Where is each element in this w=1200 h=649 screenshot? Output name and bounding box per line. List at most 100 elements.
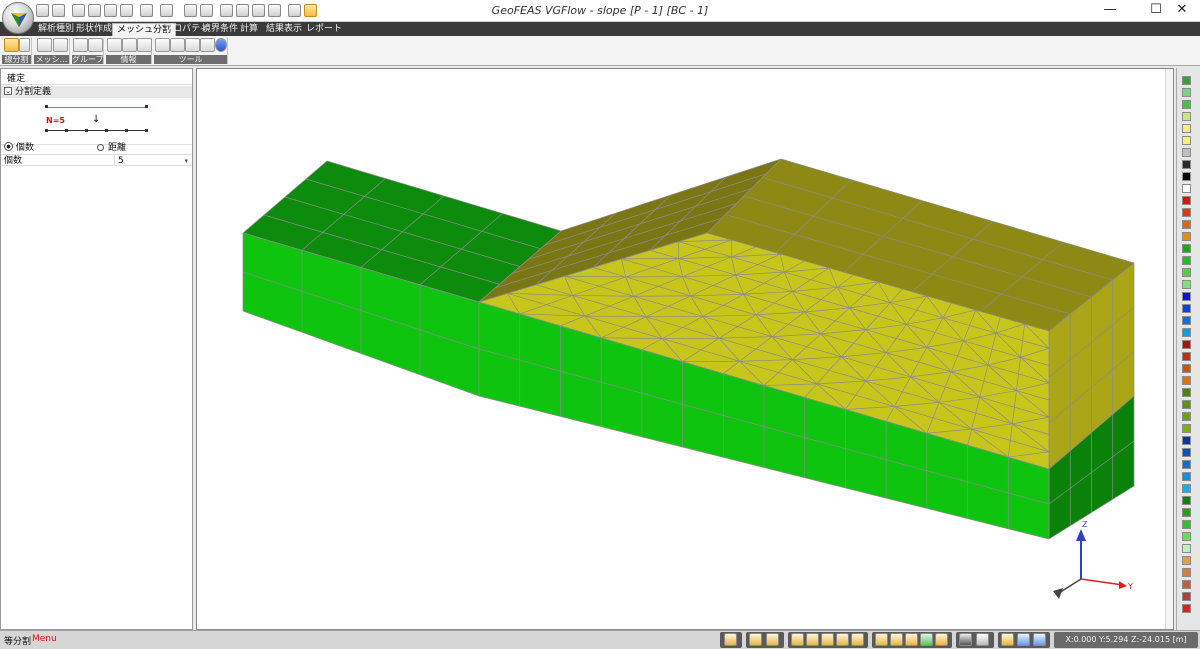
layers-icon[interactable] bbox=[120, 4, 133, 17]
palette-swatch[interactable] bbox=[1182, 76, 1191, 85]
palette-swatch[interactable] bbox=[1182, 340, 1191, 349]
palette-swatch[interactable] bbox=[1182, 568, 1191, 577]
mesh-icon[interactable] bbox=[37, 38, 52, 52]
palette-swatch[interactable] bbox=[1182, 580, 1191, 589]
close-button[interactable]: ✕ bbox=[1164, 0, 1200, 22]
redo-icon[interactable] bbox=[185, 38, 200, 52]
palette-swatch[interactable] bbox=[1182, 592, 1191, 601]
palette-swatch[interactable] bbox=[1182, 352, 1191, 361]
confirm-button[interactable]: 確定 bbox=[1, 73, 192, 85]
palette-swatch[interactable] bbox=[1182, 448, 1191, 457]
palette-swatch[interactable] bbox=[1182, 244, 1191, 253]
app-logo-icon[interactable] bbox=[2, 2, 34, 34]
pan-icon[interactable] bbox=[252, 4, 265, 17]
palette-swatch[interactable] bbox=[1182, 412, 1191, 421]
window-blue-icon[interactable] bbox=[1017, 633, 1030, 646]
window-blue-2-icon[interactable] bbox=[1033, 633, 1046, 646]
tab-calculate[interactable]: 計算 bbox=[236, 23, 262, 36]
rotate-icon[interactable] bbox=[72, 4, 85, 17]
palette-swatch[interactable] bbox=[1182, 532, 1191, 541]
palette-swatch[interactable] bbox=[1182, 256, 1191, 265]
tab-geometry[interactable]: 形状作成 bbox=[72, 23, 116, 36]
fit-view-icon[interactable] bbox=[200, 4, 213, 17]
snap-grid-icon[interactable] bbox=[766, 633, 779, 646]
move-icon[interactable] bbox=[875, 633, 888, 646]
palette-swatch[interactable] bbox=[1182, 328, 1191, 337]
palette-swatch[interactable] bbox=[1182, 508, 1191, 517]
palette-swatch[interactable] bbox=[1182, 220, 1191, 229]
help-icon[interactable] bbox=[215, 38, 227, 52]
palette-swatch[interactable] bbox=[1182, 292, 1191, 301]
palette-swatch[interactable] bbox=[1182, 148, 1191, 157]
palette-swatch[interactable] bbox=[1182, 280, 1191, 289]
open-folder-icon[interactable] bbox=[36, 4, 49, 17]
palette-swatch[interactable] bbox=[1182, 196, 1191, 205]
palette-swatch[interactable] bbox=[1182, 604, 1191, 613]
collapse-icon[interactable]: ⌄ bbox=[4, 87, 12, 95]
undo-icon[interactable] bbox=[170, 38, 185, 52]
zoom-window-icon[interactable] bbox=[236, 4, 249, 17]
palette-swatch[interactable] bbox=[1182, 316, 1191, 325]
mesh-solid-icon[interactable] bbox=[53, 38, 68, 52]
view-dropdown-icon[interactable] bbox=[140, 4, 153, 17]
radio-count[interactable] bbox=[4, 142, 13, 151]
palette-swatch[interactable] bbox=[1182, 124, 1191, 133]
view-green-icon[interactable] bbox=[920, 633, 933, 646]
palette-swatch[interactable] bbox=[1182, 460, 1191, 469]
monitor-icon[interactable] bbox=[959, 633, 972, 646]
eraser-icon[interactable] bbox=[155, 38, 170, 52]
line-split-icon[interactable] bbox=[4, 38, 19, 52]
snap-icon[interactable] bbox=[749, 633, 762, 646]
resize-icon[interactable] bbox=[890, 633, 903, 646]
arrow-left-icon[interactable] bbox=[905, 633, 918, 646]
point-icon[interactable] bbox=[791, 633, 804, 646]
minimize-button[interactable]: — bbox=[1092, 0, 1128, 22]
palette-swatch[interactable] bbox=[1182, 136, 1191, 145]
palette-swatch[interactable] bbox=[1182, 484, 1191, 493]
grid-toggle-icon[interactable] bbox=[724, 633, 737, 646]
axis-dropdown-icon[interactable] bbox=[160, 4, 173, 17]
radio-distance[interactable] bbox=[97, 144, 104, 151]
palette-swatch[interactable] bbox=[1182, 388, 1191, 397]
zoom-icon[interactable] bbox=[220, 4, 233, 17]
info-chart-icon[interactable] bbox=[122, 38, 137, 52]
surface-icon[interactable] bbox=[836, 633, 849, 646]
palette-swatch[interactable] bbox=[1182, 304, 1191, 313]
select-icon[interactable] bbox=[288, 4, 301, 17]
section-header[interactable]: ⌄ 分割定義 bbox=[1, 86, 192, 98]
line-split-2-icon[interactable] bbox=[19, 38, 30, 52]
palette-swatch[interactable] bbox=[1182, 400, 1191, 409]
palette-swatch[interactable] bbox=[1182, 556, 1191, 565]
palette-swatch[interactable] bbox=[1182, 184, 1191, 193]
rotate-view-icon[interactable] bbox=[268, 4, 281, 17]
table-icon[interactable] bbox=[976, 633, 989, 646]
line-diagonal-icon[interactable] bbox=[821, 633, 834, 646]
group-edit-icon[interactable] bbox=[88, 38, 103, 52]
palette-swatch[interactable] bbox=[1182, 88, 1191, 97]
viewport-scrollbar[interactable] bbox=[1165, 69, 1173, 629]
window-icon[interactable] bbox=[1001, 633, 1014, 646]
info-table-icon[interactable] bbox=[107, 38, 122, 52]
palette-swatch[interactable] bbox=[1182, 436, 1191, 445]
view-frame-icon[interactable] bbox=[935, 633, 948, 646]
palette-swatch[interactable] bbox=[1182, 172, 1191, 181]
wrench-icon[interactable] bbox=[200, 38, 215, 52]
palette-swatch[interactable] bbox=[1182, 496, 1191, 505]
palette-swatch[interactable] bbox=[1182, 364, 1191, 373]
lasso-icon[interactable] bbox=[88, 4, 101, 17]
lightbulb-icon[interactable] bbox=[104, 4, 117, 17]
save-icon[interactable] bbox=[52, 4, 65, 17]
tab-report[interactable]: レポート bbox=[302, 23, 346, 36]
palette-swatch[interactable] bbox=[1182, 112, 1191, 121]
palette-swatch[interactable] bbox=[1182, 232, 1191, 241]
palette-swatch[interactable] bbox=[1182, 268, 1191, 277]
line-icon[interactable] bbox=[806, 633, 819, 646]
group-icon[interactable] bbox=[73, 38, 88, 52]
pen-icon[interactable] bbox=[851, 633, 864, 646]
status-menu[interactable]: Menu bbox=[32, 634, 57, 644]
palette-swatch[interactable] bbox=[1182, 544, 1191, 553]
palette-swatch[interactable] bbox=[1182, 472, 1191, 481]
pointer-icon[interactable] bbox=[304, 4, 317, 17]
palette-swatch[interactable] bbox=[1182, 424, 1191, 433]
count-dropdown[interactable]: 5 ▾ bbox=[114, 155, 190, 166]
